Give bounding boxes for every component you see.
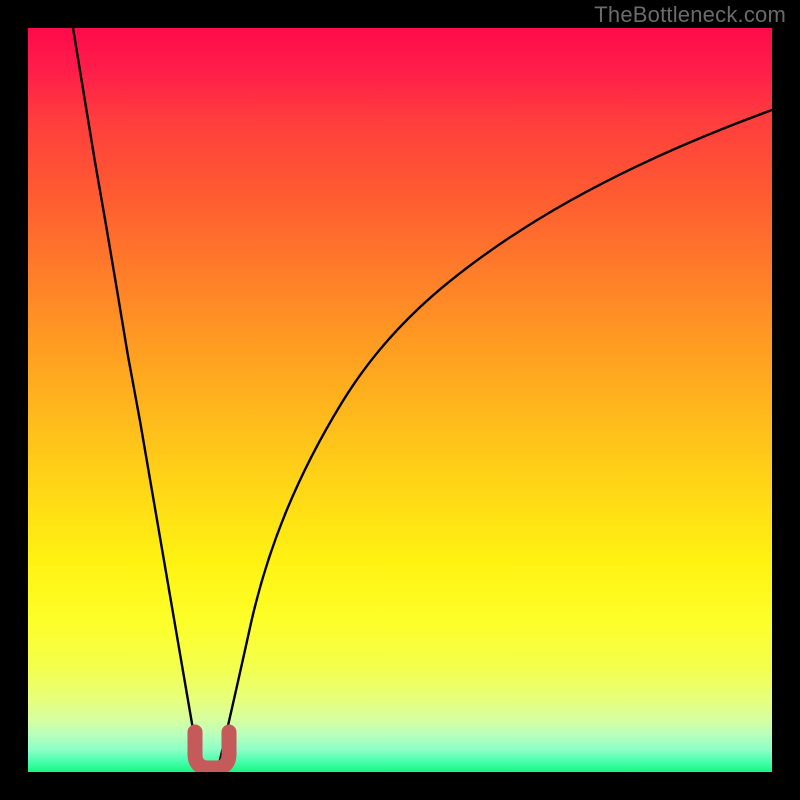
chart-frame: TheBottleneck.com: [0, 0, 800, 800]
u-marker: [195, 732, 229, 768]
watermark-text: TheBottleneck.com: [594, 2, 786, 28]
marker-layer: [28, 28, 772, 772]
plot-area: [28, 28, 772, 772]
